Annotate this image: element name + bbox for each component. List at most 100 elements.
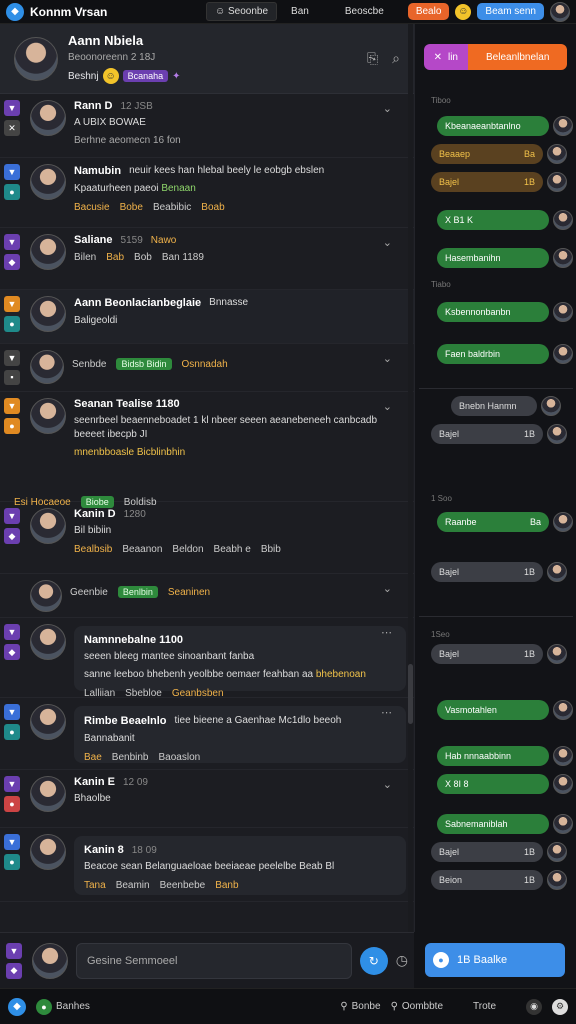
avatar[interactable]: [30, 350, 64, 384]
tab-seoonbe[interactable]: ☺ Seoonbe: [206, 2, 278, 21]
right-item-pill[interactable]: Bajel 1B: [431, 562, 543, 582]
reaction-chip[interactable]: Beenbebe: [160, 880, 206, 891]
avatar[interactable]: [553, 512, 573, 532]
nav-item-bonbe[interactable]: ⚲ Bonbe: [340, 1001, 380, 1012]
right-item-pill[interactable]: Hasembanihn: [437, 248, 549, 268]
channel-tag[interactable]: Bcanaha: [122, 70, 169, 82]
right-item-pill[interactable]: Beion 1B: [431, 870, 543, 890]
right-list-item[interactable]: Bajel 1B: [431, 424, 567, 444]
nav-item-oombbte[interactable]: ⚲ Oombbte: [391, 1001, 443, 1012]
orange-action-button[interactable]: Bealo: [407, 3, 450, 20]
message-item[interactable]: ▼ ● Rimbe Beaelnlo tiee bieene a Gaenhae M…: [0, 698, 414, 770]
nav-item-trote[interactable]: Trote: [473, 1001, 496, 1012]
right-list-item[interactable]: Sabnemaniblah: [437, 814, 573, 834]
right-item-pill[interactable]: Beaaep Ba: [431, 144, 543, 164]
right-item-pill[interactable]: Bnebn Hanmn: [451, 396, 537, 416]
avatar[interactable]: [547, 144, 567, 164]
avatar[interactable]: [30, 508, 66, 544]
tab-beoscbe[interactable]: Beoscbe: [337, 3, 392, 20]
reaction-chip[interactable]: Beaanon: [122, 544, 162, 555]
message-item[interactable]: ▼ ✕ Rann D 12 JSB A UBIX BOWAE Berhne aeom…: [0, 94, 414, 158]
more-icon[interactable]: ⋯: [381, 706, 392, 719]
reaction-chip[interactable]: Bae: [84, 752, 102, 763]
right-item-pill[interactable]: Bajel 1B: [431, 644, 543, 664]
avatar[interactable]: [547, 870, 567, 890]
right-list-item[interactable]: X 8I 8: [437, 774, 573, 794]
right-list-item[interactable]: Beion 1B: [431, 870, 567, 890]
right-list-item[interactable]: Raanbe Ba: [437, 512, 573, 532]
reaction-chip[interactable]: Geenbie: [70, 587, 108, 598]
right-list-item[interactable]: Bajel 1B: [431, 644, 567, 664]
settings-icon[interactable]: ⚙: [552, 998, 568, 1015]
avatar[interactable]: [553, 746, 573, 766]
right-list-item[interactable]: Bajel 1B: [431, 172, 567, 192]
right-item-pill[interactable]: Faen baldrbin: [437, 344, 549, 364]
reaction-chip[interactable]: Bealbsib: [74, 544, 112, 555]
chevron-down-icon[interactable]: ⌄: [383, 778, 392, 791]
avatar[interactable]: [553, 774, 573, 794]
reaction-chip[interactable]: Bacusie: [74, 202, 110, 213]
scroll-thumb[interactable]: [408, 664, 413, 724]
avatar[interactable]: [547, 424, 567, 444]
reaction-chip[interactable]: Benbinb: [112, 752, 149, 763]
message-item[interactable]: ▼ ▪ Senbde Bidsb Bidin Osnnadah ⌄: [0, 344, 414, 392]
reaction-chip[interactable]: Bobe: [120, 202, 143, 213]
right-list-item[interactable]: Beaaep Ba: [431, 144, 567, 164]
message-item[interactable]: ▼ ● Kanin 8 18 09 Beacoe sean Belanguaeloa…: [0, 828, 414, 902]
right-list-item[interactable]: Ksbennonbanbn: [437, 302, 573, 322]
avatar[interactable]: [553, 814, 573, 834]
reaction-chip[interactable]: Bbib: [261, 544, 281, 555]
reaction-chip[interactable]: Bob: [134, 252, 152, 263]
chevron-down-icon[interactable]: ⌄: [383, 400, 392, 413]
avatar[interactable]: [30, 234, 66, 270]
avatar[interactable]: [547, 842, 567, 862]
avatar[interactable]: [553, 344, 573, 364]
avatar[interactable]: [30, 398, 66, 434]
channel-avatar[interactable]: [14, 36, 58, 81]
avatar[interactable]: [30, 776, 66, 812]
avatar[interactable]: [547, 172, 567, 192]
split-right-label[interactable]: Beleanlbnelan: [468, 44, 568, 70]
avatar[interactable]: [30, 296, 66, 332]
right-list-item[interactable]: Kbeanaeanbtanlno: [437, 116, 573, 136]
right-list-item[interactable]: Hab nnnaabbinn: [437, 746, 573, 766]
right-list-item[interactable]: X B1 K: [437, 210, 573, 230]
bookmark-icon[interactable]: ⎘: [367, 50, 378, 67]
avatar[interactable]: [547, 644, 567, 664]
message-item[interactable]: ▼ ● Seanan Tealise 1180 seenrbeel beaenne…: [0, 392, 414, 508]
right-item-pill[interactable]: Vasmotahlen: [437, 700, 549, 720]
reaction-chip[interactable]: Banb: [215, 880, 238, 891]
primary-action-button[interactable]: ● 1B Baalke: [425, 943, 565, 977]
right-item-pill[interactable]: Bajel 1B: [431, 842, 543, 862]
user-avatar[interactable]: [550, 1, 570, 22]
avatar[interactable]: [32, 942, 68, 979]
app-logo-icon[interactable]: ◆: [8, 997, 26, 1016]
avatar[interactable]: [553, 700, 573, 720]
emoji-icon[interactable]: ☺: [455, 3, 472, 20]
right-item-pill[interactable]: X B1 K: [437, 210, 549, 230]
right-item-pill[interactable]: Bajel 1B: [431, 172, 543, 192]
reaction-chip[interactable]: Beabh e: [214, 544, 251, 555]
avatar[interactable]: [553, 248, 573, 268]
chevron-down-icon[interactable]: ⌄: [383, 582, 392, 595]
timer-icon[interactable]: ◷: [396, 952, 408, 969]
avatar[interactable]: [30, 624, 66, 660]
right-list-item[interactable]: Faen baldrbin: [437, 344, 573, 364]
right-list-item[interactable]: Vasmotahlen: [437, 700, 573, 720]
chevron-down-icon[interactable]: ⌄: [383, 102, 392, 115]
message-item[interactable]: ▼ ◆ Kanin D 1280 Bil bibiin Bealbsib Beaan…: [0, 502, 414, 574]
chevron-down-icon[interactable]: ⌄: [383, 352, 392, 365]
reaction-chip[interactable]: Senbde: [72, 359, 106, 370]
message-item[interactable]: ▼ ● Aann Beonlacianbeglaie Bnnasse Baligeo…: [0, 290, 414, 344]
right-item-pill[interactable]: X 8I 8: [437, 774, 549, 794]
reaction-chip[interactable]: Boab: [201, 202, 224, 213]
right-item-pill[interactable]: Sabnemaniblah: [437, 814, 549, 834]
avatar[interactable]: [30, 100, 66, 136]
message-item[interactable]: ▼ ● Kanin E 12 09 Bhaolbe ⌄: [0, 770, 414, 828]
right-item-pill[interactable]: Hab nnnaabbinn: [437, 746, 549, 766]
message-item[interactable]: ▼ ● Namubin neuir kees han hlebal beely le…: [0, 158, 414, 228]
message-item[interactable]: ▼ ◆ Saliane 5159 Nawo Bilen Bab Bob Ban 118…: [0, 228, 414, 290]
send-button[interactable]: ↻: [359, 946, 388, 975]
chevron-down-icon[interactable]: ⌄: [383, 236, 392, 249]
message-input[interactable]: Gesine Semmoeel: [76, 942, 352, 979]
